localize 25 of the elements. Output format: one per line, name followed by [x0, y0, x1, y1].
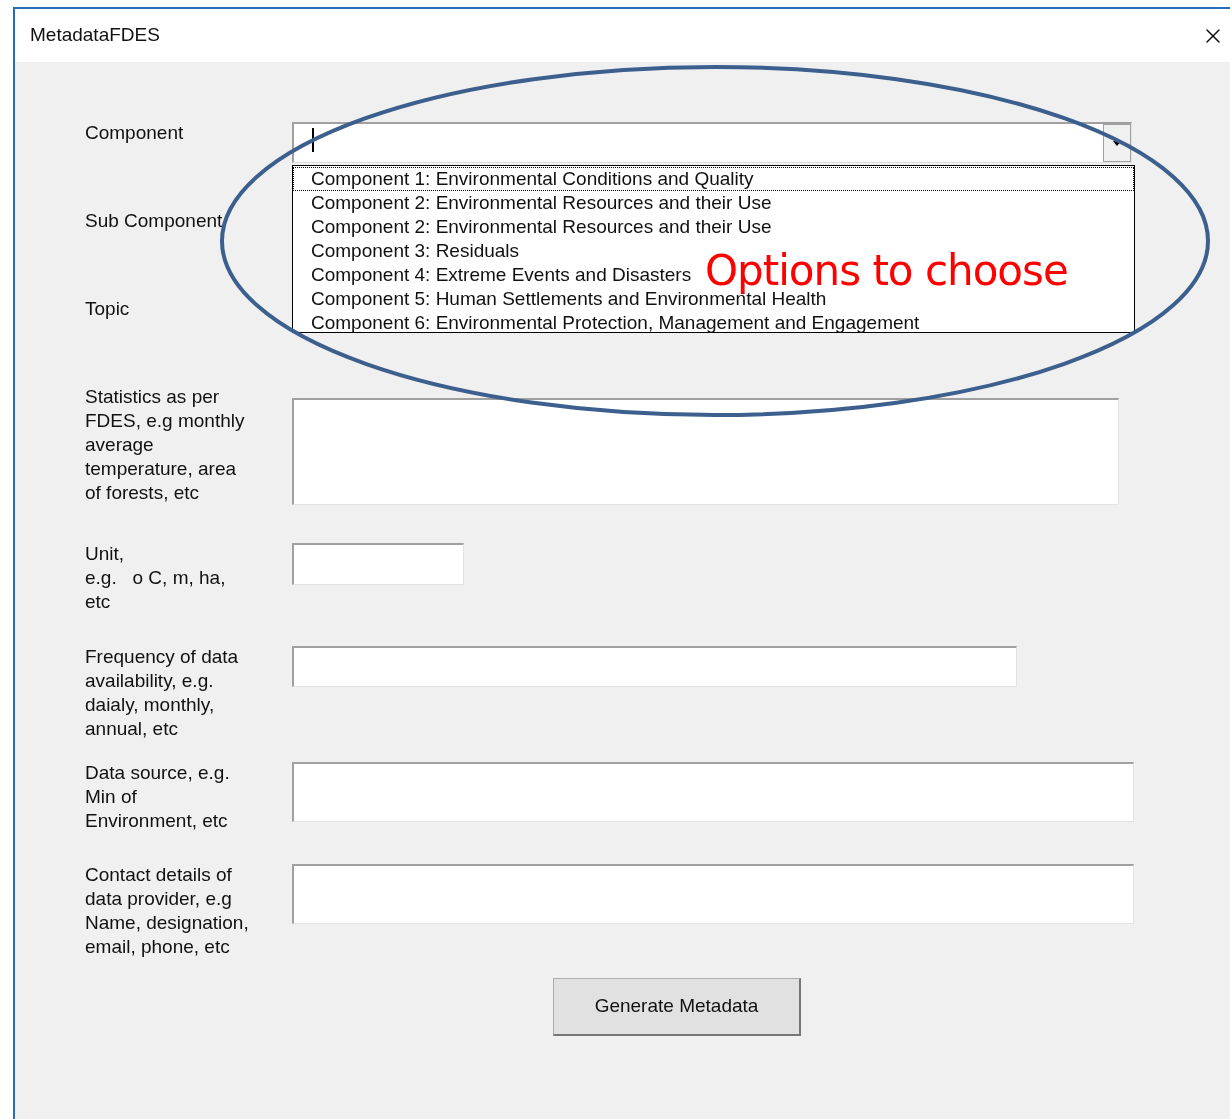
- generate-metadata-button[interactable]: Generate Metadata: [553, 978, 801, 1036]
- dropdown-item[interactable]: Component 1: Environmental Conditions and Quality: [293, 167, 1134, 191]
- field-label: Frequency of data availability, e.g. daialy, monthly, annual, etc: [85, 645, 240, 741]
- text-cursor: [312, 128, 314, 152]
- dropdown-item[interactable]: Component 3: Residuals: [293, 239, 523, 263]
- caret-icon: [1113, 140, 1121, 146]
- dropdown-item[interactable]: Component 6: Environmental Protection, Management and Engagement: [293, 311, 923, 335]
- input-field[interactable]: [292, 762, 1134, 822]
- dropdown-item[interactable]: Component 2: Environmental Resources and their Use: [293, 215, 775, 239]
- field-label: Sub Component: [85, 209, 224, 233]
- input-field[interactable]: [292, 864, 1134, 924]
- input-field[interactable]: [292, 543, 464, 585]
- dropdown-item[interactable]: Component 2: Environmental Resources and their Use: [293, 191, 775, 215]
- window-title: MetadataFDES: [30, 23, 160, 48]
- combo-box[interactable]: [292, 122, 1132, 163]
- input-field[interactable]: [292, 646, 1017, 687]
- dropdown-item[interactable]: Component 4: Extreme Events and Disasters: [293, 263, 695, 287]
- field-label: Topic: [85, 297, 131, 321]
- input-field[interactable]: [292, 398, 1119, 505]
- field-label: Data source, e.g. Min of Environment, etc: [85, 761, 231, 833]
- annotation-text: Options to choose: [705, 246, 1068, 295]
- field-label: Component: [85, 121, 185, 145]
- field-label: Unit, e.g. o C, m, ha, etc: [85, 542, 227, 614]
- field-label: Statistics as per FDES, e.g monthly average temperature, area of forests, etc: [85, 385, 246, 505]
- field-label: Contact details of data provider, e.g Name, designation, email, phone, etc: [85, 863, 250, 959]
